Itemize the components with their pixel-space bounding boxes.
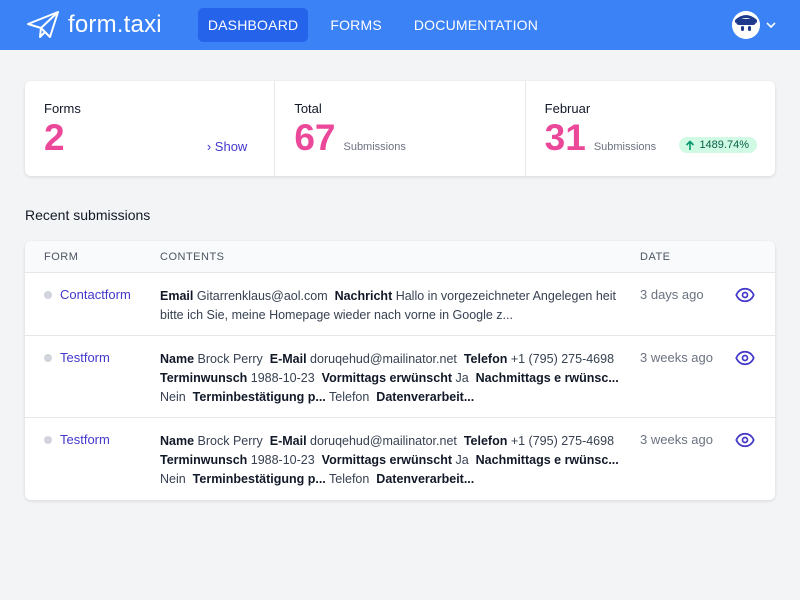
field-key: E-Mail: [269, 434, 307, 448]
stats-card: Forms 2 › Show Total 67 Submissions Febr…: [25, 81, 775, 176]
field-key: E-Mail: [269, 352, 307, 366]
section-title: Recent submissions: [25, 207, 151, 223]
nav-forms[interactable]: FORMS: [320, 8, 392, 42]
status-dot: [44, 436, 52, 444]
column-header-contents: CONTENTS: [160, 251, 225, 263]
table-row[interactable]: Testform Name Brock Perry E-Mail doruqeh…: [25, 336, 775, 418]
form-link[interactable]: Testform: [60, 432, 110, 447]
stat-month: Februar 31 Submissions 1489.74%: [524, 81, 775, 176]
submissions-table: FORM CONTENTS DATE Contactform Email Git…: [25, 241, 775, 500]
stat-forms: Forms 2 › Show: [25, 81, 274, 176]
stat-sub: Submissions: [593, 141, 657, 153]
submission-date: 3 weeks ago: [640, 432, 713, 447]
stat-total: Total 67 Submissions: [274, 81, 524, 176]
eye-icon[interactable]: [735, 348, 755, 373]
submission-contents: Email Gitarrenklaus@aol.com Nachricht Ha…: [160, 287, 622, 325]
table-row[interactable]: Contactform Email Gitarrenklaus@aol.com …: [25, 273, 775, 336]
column-header-date: DATE: [640, 251, 671, 263]
stat-label: Total: [294, 101, 322, 116]
field-value: doruqehud@mailinator.net: [306, 352, 457, 366]
form-link[interactable]: Testform: [60, 350, 110, 365]
show-forms-link[interactable]: › Show: [207, 139, 247, 154]
growth-value: 1489.74%: [699, 139, 749, 151]
field-key: Terminwunsch: [160, 453, 248, 467]
status-dot: [44, 354, 52, 362]
submission-date: 3 days ago: [640, 287, 704, 302]
field-key: Nachricht: [334, 289, 393, 303]
field-value: +1 (795) 275-4698: [507, 352, 615, 366]
field-value: +1 (795) 275-4698: [507, 434, 615, 448]
stat-value: 31: [544, 117, 586, 158]
main-nav: DASHBOARD FORMS DOCUMENTATION: [197, 8, 552, 42]
status-dot: [44, 291, 52, 299]
field-value: doruqehud@mailinator.net: [306, 434, 457, 448]
nav-documentation[interactable]: DOCUMENTATION: [404, 8, 548, 42]
brand-name: form.taxi: [68, 11, 162, 38]
column-header-form: FORM: [44, 251, 79, 263]
eye-icon[interactable]: [735, 285, 755, 310]
field-value: Nein: [160, 390, 186, 404]
eye-icon[interactable]: [735, 430, 755, 455]
field-key: Name: [160, 434, 195, 448]
field-value: Brock Perry: [194, 352, 263, 366]
avatar-icon: [732, 11, 760, 39]
stat-label: Forms: [44, 101, 81, 116]
stat-value: 2: [44, 117, 65, 158]
field-key: Telefon: [463, 434, 508, 448]
field-key: Email: [160, 289, 194, 303]
field-key: Nachmittags e rwünsc...: [475, 371, 619, 385]
field-key: Nachmittags e rwünsc...: [475, 453, 619, 467]
field-value: 1988-10-23: [247, 371, 315, 385]
top-navbar: form.taxi DASHBOARD FORMS DOCUMENTATION: [0, 0, 800, 50]
field-key: Datenverarbeit...: [376, 472, 475, 486]
account-menu[interactable]: [732, 11, 776, 39]
field-key: Terminbestätigung p...: [192, 390, 326, 404]
chevron-down-icon: [766, 16, 776, 34]
arrow-up-icon: [686, 139, 695, 150]
growth-badge: 1489.74%: [679, 137, 757, 153]
field-value: Brock Perry: [194, 434, 263, 448]
field-value: Telefon: [325, 390, 370, 404]
field-key: Vormittags erwünscht: [321, 371, 453, 385]
paper-plane-icon: [26, 10, 60, 40]
brand[interactable]: form.taxi: [26, 10, 162, 40]
field-key: Vormittags erwünscht: [321, 453, 453, 467]
nav-dashboard[interactable]: DASHBOARD: [197, 8, 309, 42]
field-key: Terminbestätigung p...: [192, 472, 326, 486]
submission-contents: Name Brock Perry E-Mail doruqehud@mailin…: [160, 432, 622, 489]
submission-date: 3 weeks ago: [640, 350, 713, 365]
submission-contents: Name Brock Perry E-Mail doruqehud@mailin…: [160, 350, 622, 407]
field-value: Ja: [452, 453, 469, 467]
stat-label: Februar: [544, 101, 591, 116]
field-key: Name: [160, 352, 195, 366]
field-value: Telefon: [325, 472, 370, 486]
field-key: Terminwunsch: [160, 371, 248, 385]
field-value: Ja: [452, 371, 469, 385]
table-header: FORM CONTENTS DATE: [25, 241, 775, 273]
field-value: Nein: [160, 472, 186, 486]
field-value: Gitarrenklaus@aol.com: [193, 289, 328, 303]
stat-sub: Submissions: [343, 141, 406, 153]
field-key: Telefon: [463, 352, 508, 366]
field-value: 1988-10-23: [247, 453, 315, 467]
field-key: Datenverarbeit...: [376, 390, 475, 404]
form-link[interactable]: Contactform: [60, 287, 131, 302]
stat-value: 67: [294, 117, 336, 158]
table-row[interactable]: Testform Name Brock Perry E-Mail doruqeh…: [25, 418, 775, 500]
